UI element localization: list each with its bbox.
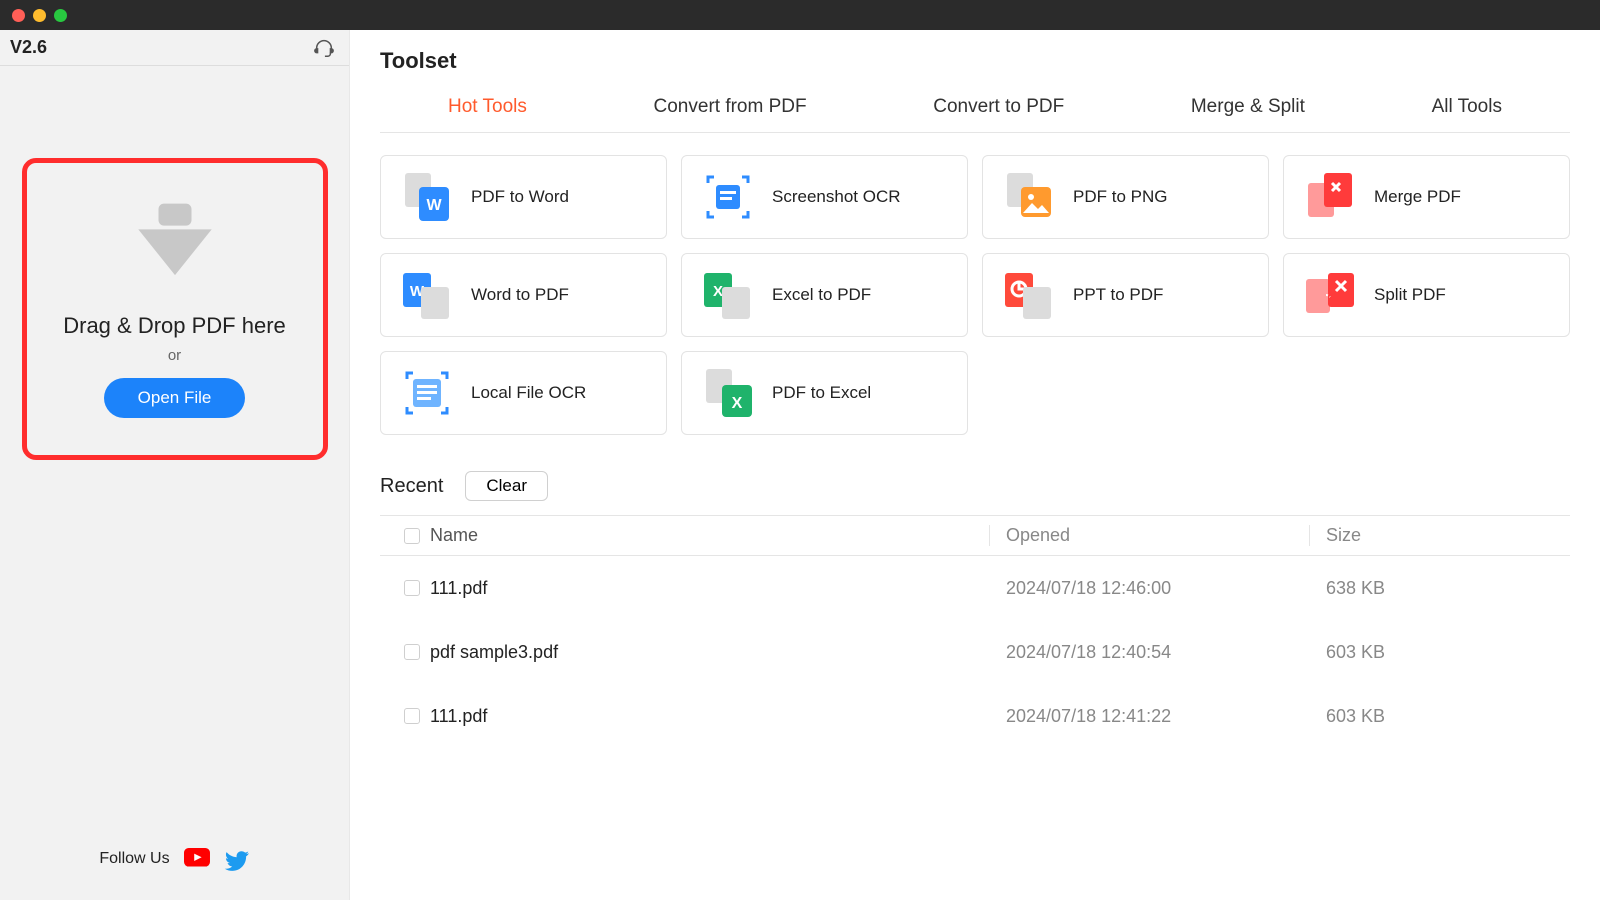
row-checkbox[interactable] [404,708,420,724]
row-checkbox[interactable] [404,580,420,596]
download-arrow-icon [120,200,230,285]
tool-label: Split PDF [1374,285,1446,305]
tool-pdf-to-png[interactable]: PDF to PNG [982,155,1269,239]
col-name: Name [430,525,990,546]
tool-label: Excel to PDF [772,285,871,305]
dropzone-or: or [168,347,181,364]
pdf-excel-icon: X [700,365,756,421]
row-size: 603 KB [1310,706,1570,727]
tab-convert-to-pdf[interactable]: Convert to PDF [925,88,1072,132]
row-opened: 2024/07/18 12:41:22 [990,706,1310,727]
local-ocr-icon [399,365,455,421]
recent-table-header: Name Opened Size [380,516,1570,556]
dropzone-highlight[interactable]: Drag & Drop PDF here or Open File [22,158,328,460]
sidebar-top: V2.6 [0,30,349,66]
excel-pdf-icon: X [700,267,756,323]
tool-label: PDF to PNG [1073,187,1167,207]
select-all-checkbox[interactable] [404,528,420,544]
youtube-icon[interactable] [184,848,210,870]
word-pdf-icon: W [399,267,455,323]
svg-text:X: X [713,283,723,300]
clear-recent-button[interactable]: Clear [465,471,548,501]
tool-pdf-to-word[interactable]: W PDF to Word [380,155,667,239]
recent-row[interactable]: pdf sample3.pdf 2024/07/18 12:40:54 603 … [380,620,1570,684]
svg-text:X: X [732,395,743,412]
col-size: Size [1310,525,1570,546]
row-name: 111.pdf [430,578,990,599]
recent-title: Recent [380,475,443,498]
follow-us: Follow Us [99,848,249,870]
open-file-button[interactable]: Open File [104,378,246,418]
tool-pdf-to-excel[interactable]: X PDF to Excel [681,351,968,435]
page-title: Toolset [380,48,1570,74]
tool-grid: W PDF to Word Screenshot OCR [380,155,1570,435]
support-headset-icon[interactable] [313,37,335,59]
toolset-tabs: Hot Tools Convert from PDF Convert to PD… [380,88,1570,133]
split-pdf-icon [1302,267,1358,323]
row-size: 638 KB [1310,578,1570,599]
tab-convert-from-pdf[interactable]: Convert from PDF [646,88,815,132]
tool-label: PDF to Word [471,187,569,207]
tool-label: PPT to PDF [1073,285,1163,305]
row-checkbox[interactable] [404,644,420,660]
tool-split-pdf[interactable]: Split PDF [1283,253,1570,337]
tool-label: Screenshot OCR [772,187,901,207]
version-label: V2.6 [10,37,47,58]
recent-row[interactable]: 111.pdf 2024/07/18 12:41:22 603 KB [380,684,1570,748]
window-minimize-icon[interactable] [33,9,46,22]
row-opened: 2024/07/18 12:46:00 [990,578,1310,599]
tool-word-to-pdf[interactable]: W Word to PDF [380,253,667,337]
tab-merge-split[interactable]: Merge & Split [1183,88,1313,132]
traffic-lights [12,9,67,22]
pdf-word-icon: W [399,169,455,225]
ppt-pdf-icon [1001,267,1057,323]
tool-ppt-to-pdf[interactable]: PPT to PDF [982,253,1269,337]
tool-excel-to-pdf[interactable]: X Excel to PDF [681,253,968,337]
col-opened: Opened [990,525,1310,546]
tool-label: PDF to Excel [772,383,871,403]
row-size: 603 KB [1310,642,1570,663]
tool-merge-pdf[interactable]: Merge PDF [1283,155,1570,239]
row-name: pdf sample3.pdf [430,642,990,663]
screenshot-ocr-icon [700,169,756,225]
svg-text:W: W [426,197,442,214]
sidebar: V2.6 Drag & Drop PDF here [0,30,350,900]
merge-pdf-icon [1302,169,1358,225]
row-opened: 2024/07/18 12:40:54 [990,642,1310,663]
recent-header: Recent Clear [380,471,1570,501]
tool-screenshot-ocr[interactable]: Screenshot OCR [681,155,968,239]
window-zoom-icon[interactable] [54,9,67,22]
tab-all-tools[interactable]: All Tools [1424,88,1510,132]
window-titlebar [0,0,1600,30]
dropzone-title: Drag & Drop PDF here [63,313,286,339]
tab-hot-tools[interactable]: Hot Tools [440,88,535,132]
twitter-icon[interactable] [224,848,250,870]
window-close-icon[interactable] [12,9,25,22]
tool-label: Local File OCR [471,383,586,403]
recent-row[interactable]: 111.pdf 2024/07/18 12:46:00 638 KB [380,556,1570,620]
tool-label: Merge PDF [1374,187,1461,207]
follow-us-label: Follow Us [99,850,169,868]
recent-table: Name Opened Size 111.pdf 2024/07/18 12:4… [380,515,1570,748]
row-name: 111.pdf [430,706,990,727]
tool-label: Word to PDF [471,285,569,305]
tool-local-file-ocr[interactable]: Local File OCR [380,351,667,435]
main-panel: Toolset Hot Tools Convert from PDF Conve… [350,30,1600,900]
pdf-png-icon [1001,169,1057,225]
